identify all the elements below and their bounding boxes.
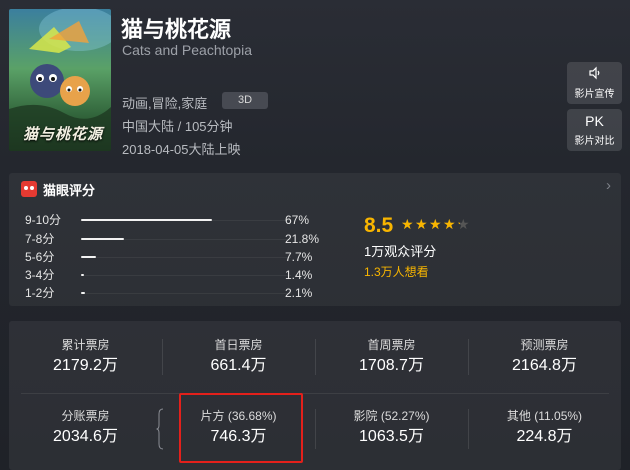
- chevron-right-icon[interactable]: ›: [606, 177, 611, 194]
- box-stat-total: 累计票房 2179.2万: [9, 337, 162, 376]
- distribution-percent: 7.7%: [285, 250, 313, 264]
- distribution-label: 3-4分: [25, 268, 55, 282]
- rating-header: 猫眼评分: [21, 179, 95, 199]
- pk-icon: PK: [585, 113, 604, 129]
- distribution-bar: [81, 219, 212, 221]
- distribution-track: [81, 292, 291, 294]
- star-icon: ★★: [457, 216, 470, 232]
- distribution-track: [81, 238, 291, 240]
- distribution-track: [81, 219, 291, 221]
- column-divider: [468, 409, 469, 449]
- want-to-see-count[interactable]: 1.3万人想看: [364, 263, 429, 280]
- movie-title: 猫与桃花源: [121, 17, 232, 42]
- distribution-label: 1-2分: [25, 286, 55, 300]
- distribution-percent: 21.8%: [285, 232, 320, 246]
- compare-button-label: 影片对比: [574, 136, 615, 147]
- rating-distribution-row: 3-4分 1.4%: [25, 268, 325, 283]
- box-stat-first-week: 首周票房 1708.7万: [315, 337, 468, 376]
- distribution-track: [81, 274, 291, 276]
- distribution-percent: 2.1%: [285, 286, 313, 300]
- rating-distribution-row: 9-10分 67%: [25, 213, 325, 228]
- distribution-bar: [81, 238, 124, 240]
- stat-label: 分账票房: [61, 409, 110, 423]
- stat-value: 661.4万: [210, 357, 267, 374]
- rating-title: 猫眼评分: [43, 182, 96, 198]
- stat-label: 首周票房: [367, 338, 416, 352]
- rating-panel[interactable]: 猫眼评分 › 9-10分 67% 7-8分 21.8% 5-6分 7.7% 3-4分 1.4%…: [9, 173, 621, 306]
- stat-label: 其他 (11.05%): [506, 409, 583, 423]
- stat-value: 224.8万: [516, 428, 573, 445]
- movie-release-date: 2018-04-05大陆上映: [122, 142, 241, 157]
- poster-title-text: 猫与桃花源: [23, 125, 104, 143]
- distribution-label: 9-10分: [25, 213, 62, 227]
- rating-stars: ★★★★★★★★★★: [401, 216, 471, 232]
- distribution-label: 7-8分: [25, 232, 55, 246]
- star-icon: ★★: [401, 216, 414, 232]
- distribution-bar: [81, 292, 86, 294]
- column-divider: [468, 339, 469, 375]
- column-divider: [162, 339, 163, 375]
- distribution-bar: [81, 274, 84, 276]
- box-stat-forecast: 预测票房 2164.8万: [468, 337, 621, 376]
- column-divider: [315, 409, 316, 449]
- rating-distribution-row: 1-2分 2.1%: [25, 286, 325, 301]
- stat-value: 2034.6万: [53, 428, 118, 445]
- stat-value: 2179.2万: [53, 357, 118, 374]
- distribution-track: [81, 256, 291, 258]
- distribution-label: 5-6分: [25, 250, 55, 264]
- box-stat-first-day: 首日票房 661.4万: [162, 337, 315, 376]
- stat-value: 2164.8万: [512, 357, 577, 374]
- speaker-icon: [567, 66, 622, 83]
- distribution-bar: [81, 256, 96, 258]
- compare-button[interactable]: PK 影片对比: [567, 109, 622, 151]
- box-stat-other: 其他 (11.05%) 224.8万: [468, 408, 621, 447]
- stat-label: 首日票房: [214, 338, 263, 352]
- stat-label: 累计票房: [61, 338, 110, 352]
- highlight-box: [179, 393, 303, 463]
- movie-genres: 动画,冒险,家庭: [122, 96, 208, 111]
- promo-button-label: 影片宣传: [574, 89, 615, 100]
- maoyan-logo-icon: [21, 181, 37, 197]
- distribution-percent: 1.4%: [285, 268, 313, 282]
- rating-score: 8.5: [364, 214, 394, 237]
- rating-distribution-row: 5-6分 7.7%: [25, 250, 325, 265]
- box-stat-cinema: 影院 (52.27%) 1063.5万: [315, 408, 468, 447]
- rating-distribution-row: 7-8分 21.8%: [25, 232, 325, 247]
- stat-label: 预测票房: [520, 338, 569, 352]
- star-icon: ★★: [443, 216, 456, 232]
- stat-value: 1708.7万: [359, 357, 424, 374]
- box-office-panel: 累计票房 2179.2万 首日票房 661.4万 首周票房 1708.7万 预测…: [9, 321, 621, 470]
- row-divider: [21, 393, 609, 394]
- box-stat-split: 分账票房 2034.6万: [9, 408, 162, 447]
- stat-value: 1063.5万: [359, 428, 424, 445]
- distribution-percent: 67%: [285, 213, 310, 227]
- format-badge: 3D: [222, 92, 268, 109]
- movie-poster[interactable]: 猫与桃花源: [9, 9, 111, 151]
- star-icon: ★★: [415, 216, 428, 232]
- stat-label: 影院 (52.27%): [353, 409, 430, 423]
- movie-region-duration: 中国大陆 / 105分钟: [122, 119, 233, 134]
- column-divider: [315, 339, 316, 375]
- promo-button[interactable]: 影片宣传: [567, 62, 622, 104]
- movie-english-title: Cats and Peachtopia: [122, 42, 252, 58]
- rating-votes: 1万观众评分: [364, 244, 437, 259]
- star-icon: ★★: [429, 216, 442, 232]
